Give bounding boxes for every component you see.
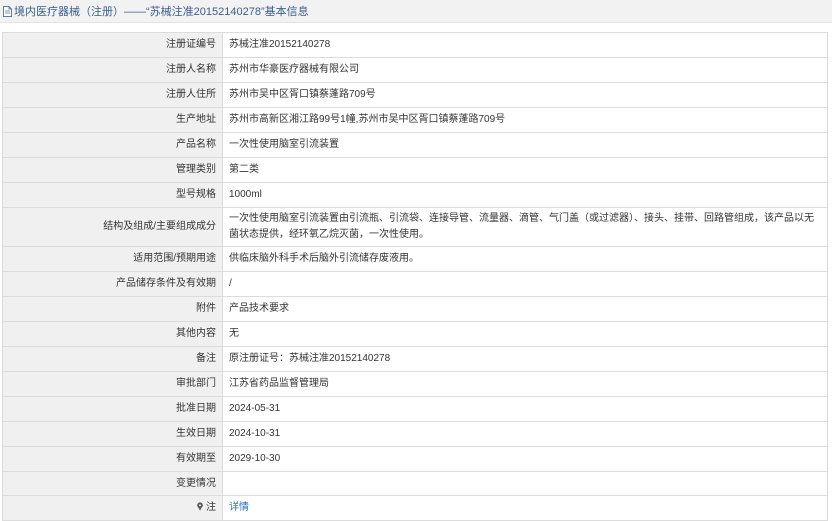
table-row: 适用范围/预期用途 供临床脑外科手术后脑外引流储存废液用。 bbox=[2, 246, 828, 272]
page-header: 境内医疗器械（注册）——“苏械注准20152140278”基本信息 bbox=[0, 0, 832, 23]
table-row: 附件 产品技术要求 bbox=[2, 296, 828, 322]
table-row: 变更情况 bbox=[2, 471, 828, 496]
row-label: 注册人住所 bbox=[2, 82, 223, 108]
table-row: 备注 原注册证号：苏械注准20152140278 bbox=[2, 346, 828, 372]
note-value-cell: 详情 bbox=[222, 495, 828, 521]
row-label: 生产地址 bbox=[2, 107, 223, 133]
table-row: 产品名称 一次性使用脑室引流装置 bbox=[2, 132, 828, 158]
row-value: 原注册证号：苏械注准20152140278 bbox=[222, 346, 828, 372]
row-label: 其他内容 bbox=[2, 321, 223, 347]
details-link[interactable]: 详情 bbox=[229, 502, 249, 513]
table-row: 生产地址 苏州市高新区湘江路99号1幢,苏州市吴中区胥口镇蔡蓬路709号 bbox=[2, 107, 828, 133]
row-value: 1000ml bbox=[222, 182, 828, 208]
row-label: 审批部门 bbox=[2, 371, 223, 397]
table-row: 结构及组成/主要组成成分 一次性使用脑室引流装置由引流瓶、引流袋、连接导管、流量… bbox=[2, 207, 828, 247]
page-title: 境内医疗器械（注册）——“苏械注准20152140278”基本信息 bbox=[14, 6, 309, 18]
row-value: 一次性使用脑室引流装置由引流瓶、引流袋、连接导管、流量器、滴管、气门盖（或过滤器… bbox=[222, 207, 828, 247]
row-value: 一次性使用脑室引流装置 bbox=[222, 132, 828, 158]
table-row: 产品储存条件及有效期 / bbox=[2, 271, 828, 297]
table-row: 注册证编号 苏械注准20152140278 bbox=[2, 32, 828, 58]
table-row: 管理类别 第二类 bbox=[2, 157, 828, 183]
row-value: 无 bbox=[222, 321, 828, 347]
row-label: 适用范围/预期用途 bbox=[2, 246, 223, 272]
row-label: 批准日期 bbox=[2, 396, 223, 422]
table-row: 型号规格 1000ml bbox=[2, 182, 828, 208]
row-label: 有效期至 bbox=[2, 446, 223, 472]
row-value: 苏州市吴中区胥口镇蔡蓬路709号 bbox=[222, 82, 828, 108]
row-label: 变更情况 bbox=[2, 471, 223, 496]
table-row: 批准日期 2024-05-31 bbox=[2, 396, 828, 422]
table-row: 注册人名称 苏州市华豪医疗器械有限公司 bbox=[2, 57, 828, 83]
row-value: 苏械注准20152140278 bbox=[222, 32, 828, 58]
row-value: 第二类 bbox=[222, 157, 828, 183]
table-row: 注册人住所 苏州市吴中区胥口镇蔡蓬路709号 bbox=[2, 82, 828, 108]
row-label: 注册人名称 bbox=[2, 57, 223, 83]
row-label: 型号规格 bbox=[2, 182, 223, 208]
row-value: / bbox=[222, 271, 828, 297]
row-value: 苏州市高新区湘江路99号1幢,苏州市吴中区胥口镇蔡蓬路709号 bbox=[222, 107, 828, 133]
row-label: 产品储存条件及有效期 bbox=[2, 271, 223, 297]
row-label: 备注 bbox=[2, 346, 223, 372]
pin-icon bbox=[196, 501, 204, 511]
table-row: 其他内容 无 bbox=[2, 321, 828, 347]
note-label: 注 bbox=[206, 502, 216, 513]
row-value: 江苏省药品监督管理局 bbox=[222, 371, 828, 397]
table-row: 审批部门 江苏省药品监督管理局 bbox=[2, 371, 828, 397]
registration-info-table: 注册证编号 苏械注准20152140278 注册人名称 苏州市华豪医疗器械有限公… bbox=[2, 32, 828, 521]
note-label-cell: 注 bbox=[2, 495, 223, 521]
row-label: 产品名称 bbox=[2, 132, 223, 158]
table-row: 生效日期 2024-10-31 bbox=[2, 421, 828, 447]
row-value: 供临床脑外科手术后脑外引流储存废液用。 bbox=[222, 246, 828, 272]
row-label: 结构及组成/主要组成成分 bbox=[2, 207, 223, 247]
row-value: 2024-05-31 bbox=[222, 396, 828, 422]
table-row: 有效期至 2029-10-30 bbox=[2, 446, 828, 472]
row-label: 管理类别 bbox=[2, 157, 223, 183]
row-value: 苏州市华豪医疗器械有限公司 bbox=[222, 57, 828, 83]
row-label: 注册证编号 bbox=[2, 32, 223, 58]
note-row: 注 详情 bbox=[2, 495, 828, 521]
row-label: 附件 bbox=[2, 296, 223, 322]
row-value: 产品技术要求 bbox=[222, 296, 828, 322]
row-label: 生效日期 bbox=[2, 421, 223, 447]
document-icon bbox=[3, 5, 12, 17]
row-value: 2029-10-30 bbox=[222, 446, 828, 472]
row-value bbox=[222, 471, 828, 496]
row-value: 2024-10-31 bbox=[222, 421, 828, 447]
